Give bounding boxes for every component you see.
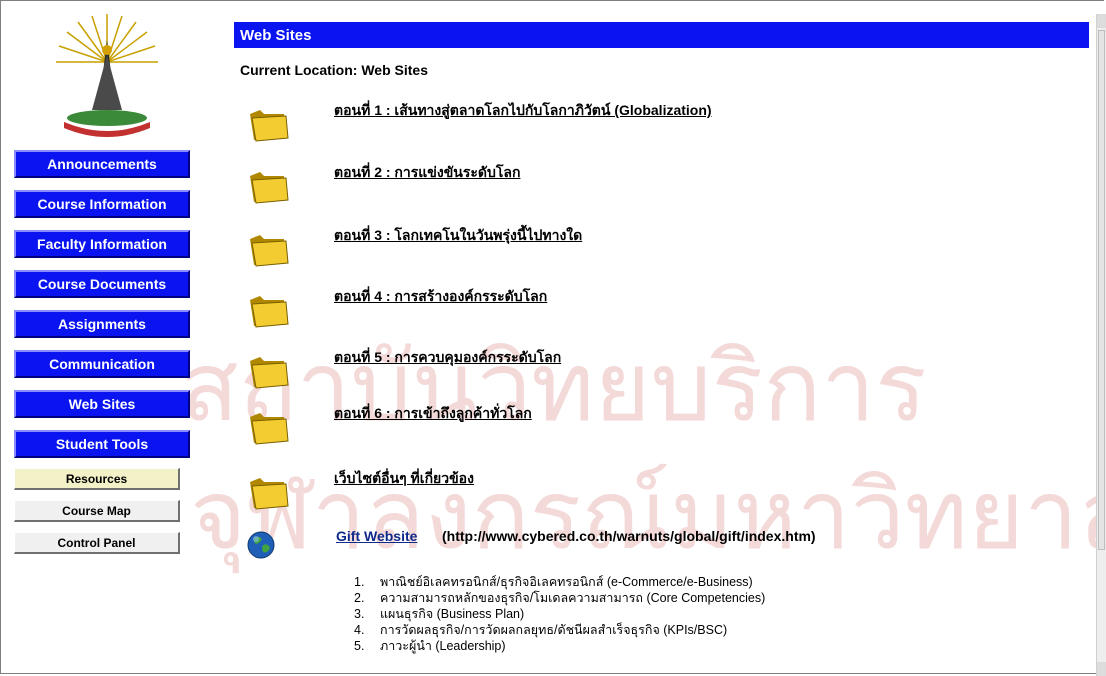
list-text: การวัดผลธุรกิจ/การวัดผลกลยุทธ/ดัชนีผลสำเ… (380, 623, 728, 637)
course-map-button[interactable]: Course Map (14, 500, 180, 522)
list-item: 3. แผนธุรกิจ (Business Plan) (354, 606, 765, 622)
list-text: ความสามารถหลักของธุรกิจ/โมเดลความสามารถ … (380, 591, 766, 605)
control-panel-button[interactable]: Control Panel (14, 532, 180, 554)
folder-link[interactable]: เว็บไซต์อื่นๆ ที่เกี่ยวข้อง (334, 468, 474, 490)
current-location: Current Location: Web Sites (240, 62, 428, 78)
topic-list: 1. พาณิชย์อิเลคทรอนิกส์/ธุรกิจอิเลคทรอนิก… (354, 574, 765, 654)
list-item: 5. ภาวะผู้นำ (Leadership) (354, 638, 765, 654)
list-number: 4. (354, 623, 365, 637)
gift-website-link[interactable]: Gift Website (336, 528, 417, 544)
folder-icon[interactable] (246, 108, 290, 142)
list-item: 2. ความสามารถหลักของธุรกิจ/โมเดลความสามาร… (354, 590, 765, 606)
gift-website-url: (http://www.cybered.co.th/warnuts/global… (442, 528, 816, 544)
university-emblem (56, 14, 158, 137)
list-number: 3. (354, 607, 365, 621)
nav-communication-button[interactable]: Communication (14, 350, 190, 378)
nav-announcements-button[interactable]: Announcements (14, 150, 190, 178)
folder-link[interactable]: ตอนที่ 3 : โลกเทคโนในวันพรุ่งนี้ไปทางใด (334, 225, 582, 247)
list-item: 1. พาณิชย์อิเลคทรอนิกส์/ธุรกิจอิเลคทรอนิก… (354, 574, 765, 590)
list-item: 4. การวัดผลธุรกิจ/การวัดผลกลยุทธ/ดัชนีผลส… (354, 622, 765, 638)
list-number: 1. (354, 575, 365, 589)
folder-item: ตอนที่ 6 : การเข้าถึงลูกค้าทั่วโลก (246, 403, 1046, 445)
scroll-up-arrow-icon[interactable] (1097, 14, 1106, 28)
nav-web-sites-button[interactable]: Web Sites (14, 390, 190, 418)
folder-item: ตอนที่ 4 : การสร้างองค์กรระดับโลก (246, 286, 1046, 328)
folder-item: ตอนที่ 3 : โลกเทคโนในวันพรุ่งนี้ไปทางใด (246, 225, 1046, 267)
folder-icon[interactable] (246, 170, 290, 204)
folder-icon[interactable] (246, 233, 290, 267)
list-text: ภาวะผู้นำ (Leadership) (380, 639, 506, 653)
folder-item: ตอนที่ 1 : เส้นทางสู่ตลาดโลกไปกับโลกาภิว… (246, 100, 1046, 142)
list-text: แผนธุรกิจ (Business Plan) (380, 607, 525, 621)
list-number: 5. (354, 639, 365, 653)
nav-course-documents-button[interactable]: Course Documents (14, 270, 190, 298)
list-number: 2. (354, 591, 365, 605)
folder-item: ตอนที่ 5 : การควบคุมองค์กรระดับโลก (246, 347, 1046, 389)
folder-link[interactable]: ตอนที่ 1 : เส้นทางสู่ตลาดโลกไปกับโลกาภิว… (334, 100, 712, 122)
folder-icon[interactable] (246, 294, 290, 328)
scroll-down-arrow-icon[interactable] (1097, 662, 1106, 676)
vertical-scrollbar[interactable] (1096, 14, 1106, 676)
folder-link[interactable]: ตอนที่ 5 : การควบคุมองค์กรระดับโลก (334, 347, 561, 369)
nav-student-tools-button[interactable]: Student Tools (14, 430, 190, 458)
gift-website-item: Gift Website (http://www.cybered.co.th/w… (246, 528, 1066, 562)
folder-item: ตอนที่ 2 : การแข่งขันระดับโลก (246, 162, 1046, 204)
nav-assignments-button[interactable]: Assignments (14, 310, 190, 338)
scroll-thumb[interactable] (1098, 30, 1105, 550)
folder-item: เว็บไซต์อื่นๆ ที่เกี่ยวข้อง (246, 468, 1046, 510)
globe-icon[interactable] (246, 530, 276, 560)
folder-icon[interactable] (246, 355, 290, 389)
folder-icon[interactable] (246, 411, 290, 445)
section-title: Web Sites (240, 26, 312, 44)
folder-link[interactable]: ตอนที่ 2 : การแข่งขันระดับโลก (334, 162, 520, 184)
folder-icon[interactable] (246, 476, 290, 510)
list-text: พาณิชย์อิเลคทรอนิกส์/ธุรกิจอิเลคทรอนิกส์… (380, 575, 753, 589)
nav-course-information-button[interactable]: Course Information (14, 190, 190, 218)
section-header: Web Sites (234, 22, 1089, 48)
nav-faculty-information-button[interactable]: Faculty Information (14, 230, 190, 258)
folder-link[interactable]: ตอนที่ 6 : การเข้าถึงลูกค้าทั่วโลก (334, 403, 532, 425)
resources-button[interactable]: Resources (14, 468, 180, 490)
folder-link[interactable]: ตอนที่ 4 : การสร้างองค์กรระดับโลก (334, 286, 547, 308)
